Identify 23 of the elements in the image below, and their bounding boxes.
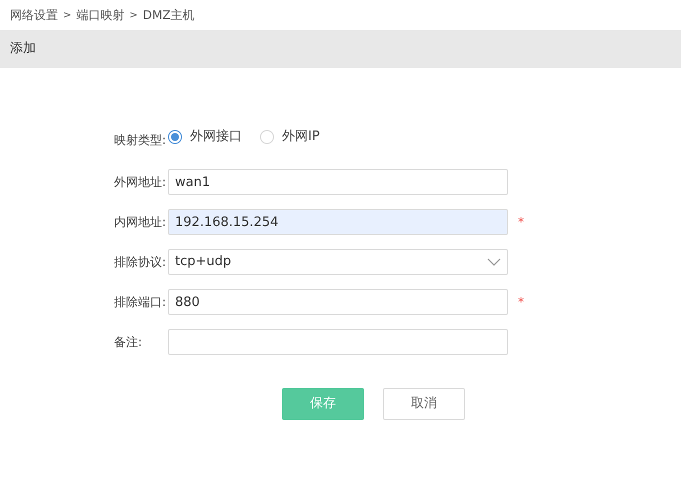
field-label: 排除协议: [113,254,168,271]
breadcrumb-item[interactable]: 端口映射 [76,6,124,24]
input-field[interactable]: wan1 [168,169,508,195]
radio-option[interactable]: 外网接口 [168,127,242,147]
protocol-select[interactable]: tcp+udp [168,249,508,275]
field-label: 内网地址: [113,214,168,231]
required-mark: * [518,214,524,231]
field-label: 映射类型: [113,132,168,149]
required-mark: * [518,294,524,311]
breadcrumb-separator: > [63,8,72,22]
cancel-button[interactable]: 取消 [383,388,465,420]
field-label: 备注: [113,334,144,351]
chevron-down-icon [487,258,501,266]
input-field[interactable] [168,329,508,355]
breadcrumb-separator: > [129,8,138,22]
input-field[interactable]: 880 [168,289,508,315]
header-title: 添加 [10,40,36,58]
input-field[interactable]: 192.168.15.254 [168,209,508,235]
radio-option[interactable]: 外网IP [260,127,320,147]
breadcrumb-item: DMZ主机 [142,7,195,24]
breadcrumb-item[interactable]: 网络设置 [10,6,58,24]
field-label: 外网地址: [113,174,168,191]
field-label: 排除端口: [113,294,168,311]
